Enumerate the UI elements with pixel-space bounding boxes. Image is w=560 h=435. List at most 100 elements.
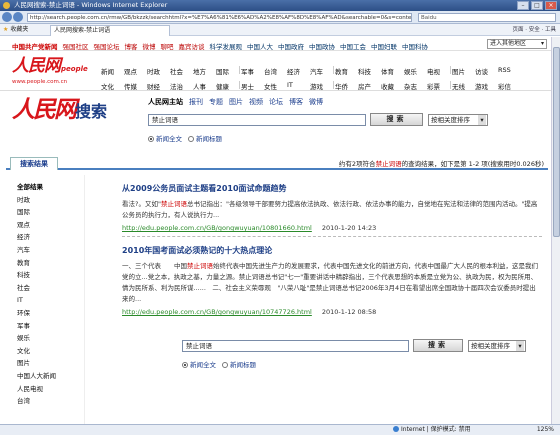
filter-item[interactable]: 文化 xyxy=(17,345,77,358)
site-nav-link[interactable]: 中国工会 xyxy=(340,41,366,51)
filter-item[interactable]: 国际 xyxy=(17,206,77,219)
channel-link[interactable]: 军事 xyxy=(241,66,264,76)
site-nav-link[interactable]: 聊吧 xyxy=(161,41,174,51)
channel-link[interactable]: 男士 xyxy=(241,81,264,91)
forward-button[interactable] xyxy=(13,12,23,22)
channel-link[interactable]: 新闻 xyxy=(101,66,124,76)
close-button[interactable]: × xyxy=(545,1,557,10)
channel-link[interactable]: 电视 xyxy=(427,66,450,76)
toolbar-commands[interactable]: 页面 · 安全 · 工具 xyxy=(513,25,557,35)
site-nav-link[interactable]: 中国共产党新闻 xyxy=(12,41,58,51)
scrollbar-thumb[interactable] xyxy=(553,47,560,237)
channel-link[interactable]: IT xyxy=(287,81,310,91)
channel-link[interactable]: 访谈 xyxy=(475,66,498,76)
site-nav-link[interactable]: 微博 xyxy=(143,41,156,51)
filter-all[interactable]: 全部结果 xyxy=(17,181,77,194)
filter-item[interactable]: IT xyxy=(17,294,77,307)
tab-videos[interactable]: 视频 xyxy=(249,97,263,107)
browser-search-input[interactable]: Baidu xyxy=(418,13,556,22)
site-nav-link[interactable]: 中国政府 xyxy=(278,41,304,51)
channel-link[interactable]: 财经 xyxy=(147,81,170,91)
site-nav-link[interactable]: 强国论坛 xyxy=(94,41,120,51)
channel-link[interactable]: 传媒 xyxy=(124,81,147,91)
channel-link[interactable]: 女性 xyxy=(264,81,287,91)
site-nav-link[interactable]: 博客 xyxy=(125,41,138,51)
filter-item[interactable]: 经济 xyxy=(17,231,77,244)
site-nav-link[interactable]: 强国社区 xyxy=(63,41,89,51)
site-nav-link[interactable]: 科学发展观 xyxy=(210,41,243,51)
channel-link[interactable]: 游戏 xyxy=(310,81,333,91)
channel-link[interactable]: 游戏 xyxy=(475,81,498,91)
channel-link[interactable]: 彩信 xyxy=(498,81,521,91)
favorites-button[interactable]: ★ 收藏夹 xyxy=(3,25,28,35)
channel-link[interactable]: 无线 xyxy=(452,81,475,91)
channel-link[interactable]: 法治 xyxy=(170,81,193,91)
filter-item[interactable]: 台湾 xyxy=(17,395,77,408)
channel-link[interactable]: RSS xyxy=(498,66,521,76)
filter-item[interactable]: 人民电视 xyxy=(17,383,77,396)
search-button[interactable]: 搜索 xyxy=(370,113,423,126)
sort-select[interactable]: 按相关度排序 xyxy=(428,114,488,126)
channel-link[interactable]: 人事 xyxy=(193,81,216,91)
filter-item[interactable]: 社会 xyxy=(17,282,77,295)
tab-forum[interactable]: 论坛 xyxy=(269,97,283,107)
tab-newspapers[interactable]: 报刊 xyxy=(189,97,203,107)
channel-link[interactable]: 娱乐 xyxy=(404,66,427,76)
result-title[interactable]: 从2009公务员面试主题看2010面试命题趋势 xyxy=(122,183,542,194)
filter-item[interactable]: 中国人大新闻 xyxy=(17,370,77,383)
channel-link[interactable]: 经济 xyxy=(287,66,310,76)
site-nav-link[interactable]: 中国人大 xyxy=(247,41,273,51)
sort-select-bottom[interactable]: 按相关度排序 xyxy=(468,340,526,352)
channel-link[interactable]: 收藏 xyxy=(381,81,404,91)
maximize-button[interactable]: □ xyxy=(531,1,543,10)
result-url[interactable]: http://edu.people.com.cn/GB/gongwuyuan/1… xyxy=(122,308,312,316)
radio-fulltext[interactable]: 新闻全文 xyxy=(148,133,182,143)
channel-link[interactable]: 体育 xyxy=(381,66,404,76)
tab-weibo[interactable]: 微博 xyxy=(309,97,323,107)
result-url[interactable]: http://edu.people.com.cn/GB/gongwuyuan/1… xyxy=(122,224,312,232)
channel-link[interactable]: 社会 xyxy=(170,66,193,76)
channel-link[interactable]: 科技 xyxy=(358,66,381,76)
channel-link[interactable]: 华侨 xyxy=(335,81,358,91)
filter-item[interactable]: 汽车 xyxy=(17,244,77,257)
channel-link[interactable]: 彩票 xyxy=(427,81,450,91)
vertical-scrollbar[interactable] xyxy=(551,37,560,424)
people-search-logo[interactable]: 人民网搜索 xyxy=(12,96,138,126)
channel-link[interactable]: 杂志 xyxy=(404,81,427,91)
site-nav-link[interactable]: 嘉宾访谈 xyxy=(179,41,205,51)
search-input-bottom[interactable]: 禁止词语 xyxy=(182,340,409,352)
filter-item[interactable]: 教育 xyxy=(17,257,77,270)
filter-item[interactable]: 观点 xyxy=(17,219,77,232)
channel-link[interactable]: 时政 xyxy=(147,66,170,76)
channel-link[interactable]: 台湾 xyxy=(264,66,287,76)
tab-blog[interactable]: 博客 xyxy=(289,97,303,107)
filter-item[interactable]: 科技 xyxy=(17,269,77,282)
radio-fulltext[interactable]: 新闻全文 xyxy=(182,359,216,369)
channel-link[interactable]: 汽车 xyxy=(310,66,333,76)
zoom-level[interactable]: 125% xyxy=(537,425,554,435)
channel-link[interactable]: 国际 xyxy=(216,66,239,76)
channel-link[interactable]: 教育 xyxy=(335,66,358,76)
result-title[interactable]: 2010年国考面试必须熟记的十大热点理论 xyxy=(122,245,542,256)
channel-link[interactable]: 健康 xyxy=(216,81,239,91)
minimize-button[interactable]: – xyxy=(517,1,529,10)
results-tab[interactable]: 搜索结果 xyxy=(10,157,58,170)
radio-title[interactable]: 新闻标题 xyxy=(222,359,256,369)
channel-link[interactable]: 观点 xyxy=(124,66,147,76)
channel-link[interactable]: 地方 xyxy=(193,66,216,76)
channel-link[interactable]: 文化 xyxy=(101,81,124,91)
filter-item[interactable]: 时政 xyxy=(17,194,77,207)
filter-item[interactable]: 军事 xyxy=(17,320,77,333)
region-select[interactable]: 进入其他地区 xyxy=(487,39,547,49)
filter-item[interactable]: 环保 xyxy=(17,307,77,320)
search-input[interactable]: 禁止词语 xyxy=(148,114,366,126)
back-button[interactable] xyxy=(2,12,12,22)
filter-item[interactable]: 图片 xyxy=(17,357,77,370)
radio-title[interactable]: 新闻标题 xyxy=(188,133,222,143)
browser-tab[interactable]: 人民网搜索-禁止词语 xyxy=(50,25,170,36)
site-nav-link[interactable]: 中国政协 xyxy=(309,41,335,51)
tab-main-site[interactable]: 人民网主站 xyxy=(148,97,183,107)
tab-topics[interactable]: 专题 xyxy=(209,97,223,107)
search-button-bottom[interactable]: 搜索 xyxy=(413,339,463,352)
channel-link[interactable]: 房产 xyxy=(358,81,381,91)
